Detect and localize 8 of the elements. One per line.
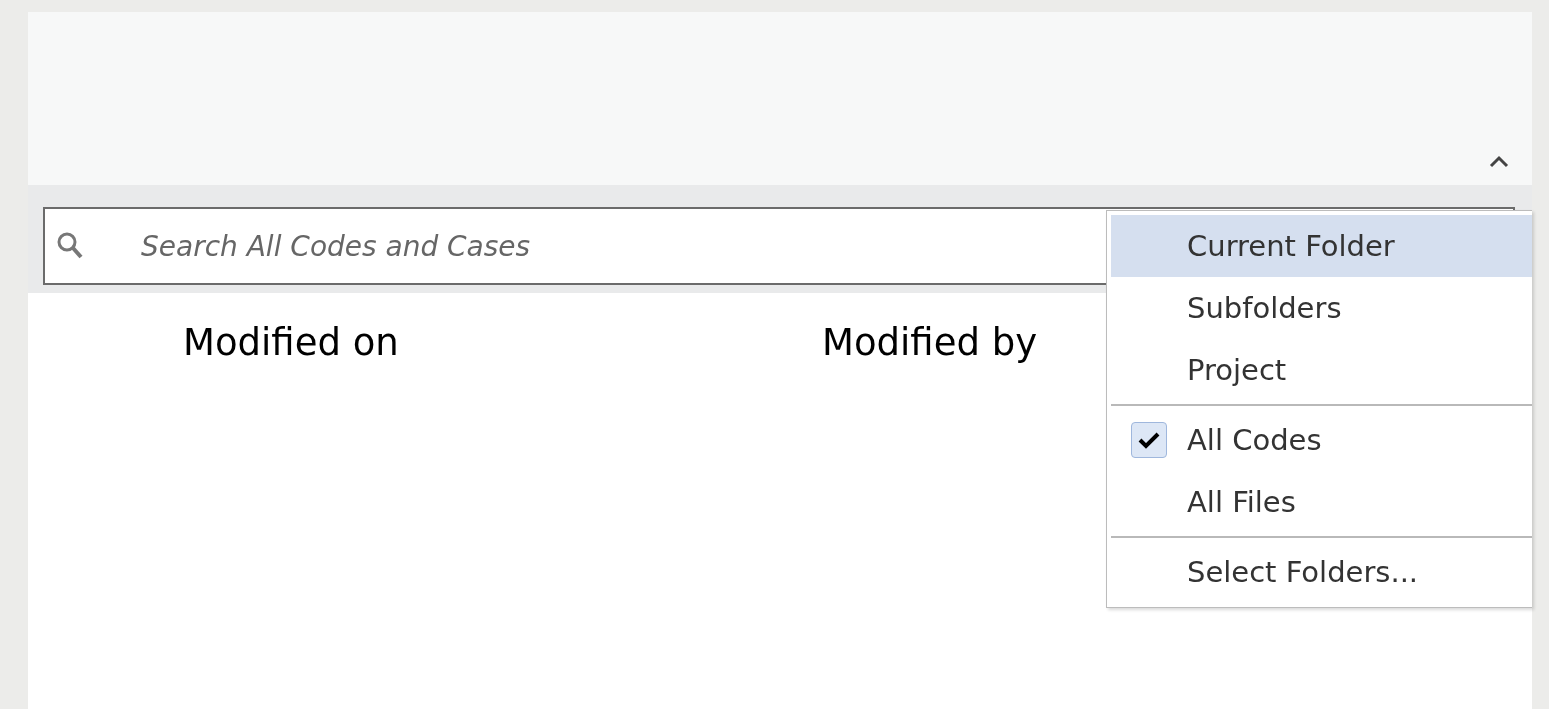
menu-item[interactable]: All Codes	[1111, 409, 1532, 471]
menu-item[interactable]: Select Folders...	[1111, 541, 1532, 603]
menu-item[interactable]: Current Folder	[1111, 215, 1532, 277]
collapse-icon[interactable]	[1488, 155, 1510, 169]
column-header[interactable]: Modified on	[183, 321, 822, 364]
column-header[interactable]: Modified by	[822, 321, 1038, 364]
menu-item[interactable]: Project	[1111, 339, 1532, 401]
menu-item[interactable]: All Files	[1111, 471, 1532, 533]
